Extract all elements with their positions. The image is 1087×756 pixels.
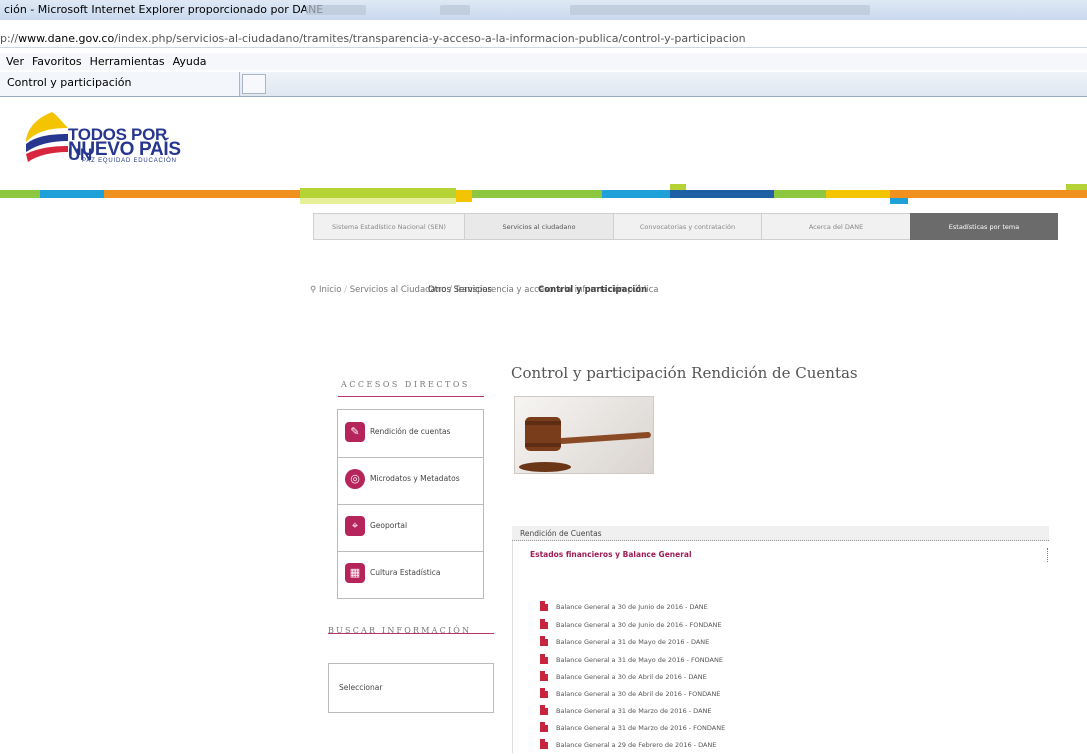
url-domain: www.dane.gov.co xyxy=(18,32,115,45)
logo-tagline: PAZ EQUIDAD EDUCACIÓN xyxy=(82,158,177,164)
document-label: Balance General a 31 de Mayo de 2016 - F… xyxy=(556,656,723,664)
breadcrumb-otros-servicios[interactable]: Otros Servicios xyxy=(428,285,492,295)
acceso-label: Microdatos y Metadatos xyxy=(370,474,460,483)
document-label: Balance General a 31 de Marzo de 2016 - … xyxy=(556,724,726,732)
acceso-label: Geoportal xyxy=(370,521,408,530)
color-stripe xyxy=(0,184,1087,204)
nav-estadisticas-tema[interactable]: Estadísticas por tema xyxy=(910,213,1058,240)
menu-herramientas[interactable]: Herramientas xyxy=(90,55,165,68)
breadcrumb-home[interactable]: Inicio xyxy=(319,285,342,295)
panel-subtitle[interactable]: Estados financieros y Balance General xyxy=(530,550,692,559)
tab-control-participacion[interactable]: Control y participación xyxy=(0,72,240,96)
blurred-tab-2 xyxy=(440,5,470,15)
page-title: Control y participación Rendición de Cue… xyxy=(511,364,858,382)
pdf-icon xyxy=(540,739,548,749)
nav-servicios-ciudadano[interactable]: Servicios al ciudadano xyxy=(464,213,614,240)
pdf-icon xyxy=(540,601,548,611)
pdf-icon xyxy=(540,688,548,698)
buscar-divider xyxy=(328,633,494,634)
breadcrumb: ⚲ Inicio / Servicios al Ciudadano / Tran… xyxy=(310,285,659,295)
colombia-flag-swoosh-icon xyxy=(26,112,68,162)
blurred-window-title xyxy=(570,5,870,15)
rendicion-panel xyxy=(512,541,1049,753)
logo-todos-por-un-nuevo-pais[interactable]: TODOS POR UN NUEVO PAÍS PAZ EQUIDAD EDUC… xyxy=(22,108,192,168)
window-title: ción - Microsoft Internet Explorer propo… xyxy=(4,3,324,16)
acceso-rendicion-cuentas[interactable]: ✎ Rendición de cuentas xyxy=(338,410,483,458)
menu-bar: Ver Favoritos Herramientas Ayuda xyxy=(0,53,1087,70)
document-label: Balance General a 30 de Junio de 2016 - … xyxy=(556,621,722,629)
nav-convocatorias[interactable]: Convocatorias y contratación xyxy=(613,213,762,240)
top-navigation: Sistema Estadístico Nacional (SEN) Servi… xyxy=(313,213,1058,240)
panel-scroll-indicator xyxy=(1047,548,1049,562)
blurred-tab-1 xyxy=(306,5,366,15)
breadcrumb-current: Control y participación xyxy=(538,285,648,295)
url-prefix: p:// xyxy=(0,32,19,45)
acceso-cultura-estadistica[interactable]: ▦ Cultura Estadística xyxy=(338,551,483,598)
nav-acerca-dane[interactable]: Acerca del DANE xyxy=(761,213,911,240)
geoportal-icon: ⌖ xyxy=(345,516,365,536)
pdf-icon xyxy=(540,671,548,681)
url-path: /index.php/servicios-al-ciudadano/tramit… xyxy=(114,32,746,45)
pdf-icon xyxy=(540,619,548,629)
acceso-label: Cultura Estadística xyxy=(370,568,441,577)
accesos-divider xyxy=(338,396,484,397)
microdatos-icon: ◎ xyxy=(345,469,365,489)
acceso-microdatos[interactable]: ◎ Microdatos y Metadatos xyxy=(338,457,483,505)
address-bar[interactable]: p://www.dane.gov.co/index.php/servicios-… xyxy=(0,31,1087,48)
location-pin-icon: ⚲ xyxy=(310,285,317,295)
menu-ver[interactable]: Ver xyxy=(6,55,24,68)
acceso-geoportal[interactable]: ⌖ Geoportal xyxy=(338,504,483,552)
gavel-icon xyxy=(519,417,651,472)
pdf-icon xyxy=(540,654,548,664)
gavel-image xyxy=(514,396,654,474)
buscar-select[interactable]: Seleccionar xyxy=(328,663,494,713)
menu-favoritos[interactable]: Favoritos xyxy=(32,55,82,68)
document-label: Balance General a 31 de Marzo de 2016 - … xyxy=(556,707,712,715)
new-tab-button[interactable] xyxy=(242,74,266,94)
acceso-label: Rendición de cuentas xyxy=(370,427,451,436)
menu-ayuda[interactable]: Ayuda xyxy=(173,55,207,68)
nav-sen[interactable]: Sistema Estadístico Nacional (SEN) xyxy=(313,213,465,240)
pdf-icon xyxy=(540,636,548,646)
rendicion-icon: ✎ xyxy=(345,422,365,442)
document-label: Balance General a 30 de Junio de 2016 - … xyxy=(556,603,708,611)
document-label: Balance General a 30 de Abril de 2016 - … xyxy=(556,690,721,698)
pdf-icon xyxy=(540,705,548,715)
document-label: Balance General a 30 de Abril de 2016 - … xyxy=(556,673,707,681)
accesos-directos-title: ACCESOS DIRECTOS xyxy=(341,380,470,389)
document-label: Balance General a 31 de Mayo de 2016 - D… xyxy=(556,638,710,646)
cultura-icon: ▦ xyxy=(345,563,365,583)
document-label: Balance General a 29 de Febrero de 2016 … xyxy=(556,741,717,749)
tab-bar: Control y participación xyxy=(0,72,1087,97)
accesos-directos-box: ✎ Rendición de cuentas ◎ Microdatos y Me… xyxy=(337,409,484,599)
window-titlebar: ción - Microsoft Internet Explorer propo… xyxy=(0,0,1087,20)
rendicion-panel-header[interactable]: Rendición de Cuentas xyxy=(512,526,1049,541)
pdf-icon xyxy=(540,722,548,732)
